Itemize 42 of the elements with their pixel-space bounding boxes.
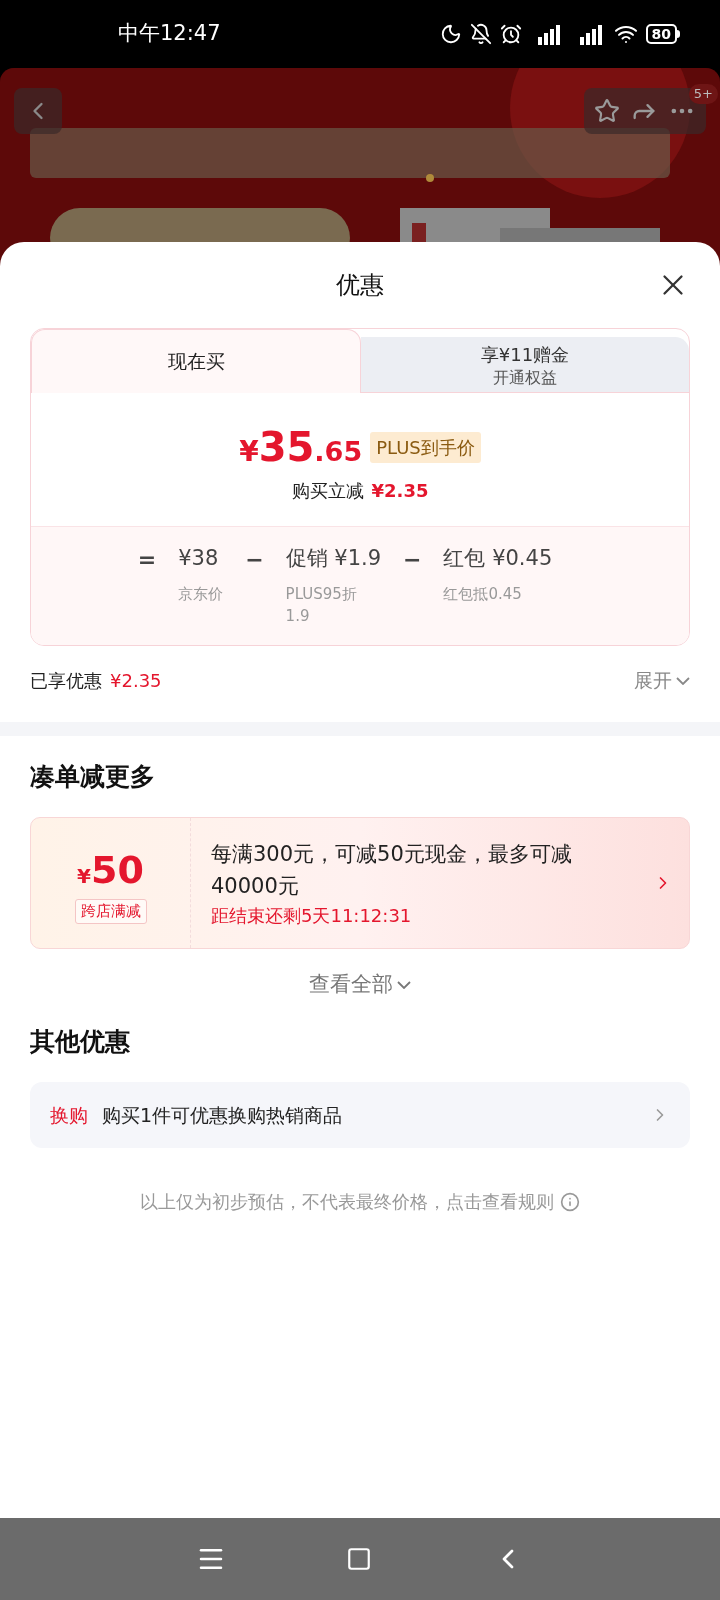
final-price: ¥35.65 (239, 423, 363, 472)
tab[interactable]: 享¥11赠金 开通权益 (361, 337, 689, 393)
battery-icon: 80 (645, 24, 680, 44)
amount-note: 红包抵0.45 (443, 583, 523, 605)
offer-row[interactable]: 换购 购买1件可优惠换购热销商品 (30, 1082, 690, 1148)
amount: 红包 ¥0.45 (443, 545, 553, 572)
bell-off-icon (469, 23, 492, 45)
star-icon[interactable] (594, 98, 620, 124)
offer-text: 购买1件可优惠换购热销商品 (102, 1102, 344, 1128)
saving-label: 购买立减 (291, 479, 364, 503)
chevron-down-icon (676, 676, 690, 685)
amount-note: 京东价 (178, 583, 224, 605)
amount: 促销 ¥1.9 (285, 545, 382, 572)
sheet-title: 优惠 (336, 270, 384, 301)
disclaimer: 以上仅为初步预估，不代表最终价格，点击查看规则 (140, 1190, 554, 1214)
amount: ¥38 (178, 545, 220, 572)
operator: − (403, 546, 422, 574)
section-title: 其他优惠 (29, 1025, 131, 1058)
price-tag: PLUS到手价 (370, 431, 481, 463)
see-all-button[interactable]: 查看全部 (309, 969, 411, 1001)
countdown: 距结束还剩5天11:12:31 (211, 903, 413, 928)
info-icon[interactable] (560, 1191, 580, 1212)
operator: = (137, 546, 157, 574)
operator: − (245, 546, 264, 574)
alarm-icon (499, 23, 522, 45)
moon-icon (439, 23, 462, 45)
tab[interactable]: 现在买 (31, 329, 361, 393)
coupon-description: 每满300元，可减50元现金，最多可减40000元 (211, 840, 573, 900)
back-button[interactable] (14, 88, 62, 134)
offer-tag: 换购 (50, 1100, 88, 1130)
coupon-card[interactable]: ¥50 跨店满减 每满300元，可减50元现金，最多可减40000元 距结束还剩5天11:12:31 (30, 817, 690, 949)
home-icon[interactable] (346, 1546, 372, 1572)
amount-note: PLUS95折1.9 (285, 583, 358, 627)
section-title: 凑单减更多 (29, 760, 156, 793)
discount-label: 已享优惠 (30, 669, 102, 693)
clock: 中午12:47 (118, 20, 221, 48)
discount-amount: ¥2.35 (110, 669, 162, 693)
saving-amount: ¥2.35 (371, 479, 429, 503)
chevron-down-icon (397, 980, 411, 989)
expand-button[interactable]: 展开 (634, 666, 690, 695)
coupon-tag: 跨店满减 (74, 899, 147, 924)
coupon-amount: ¥50 (77, 847, 144, 895)
